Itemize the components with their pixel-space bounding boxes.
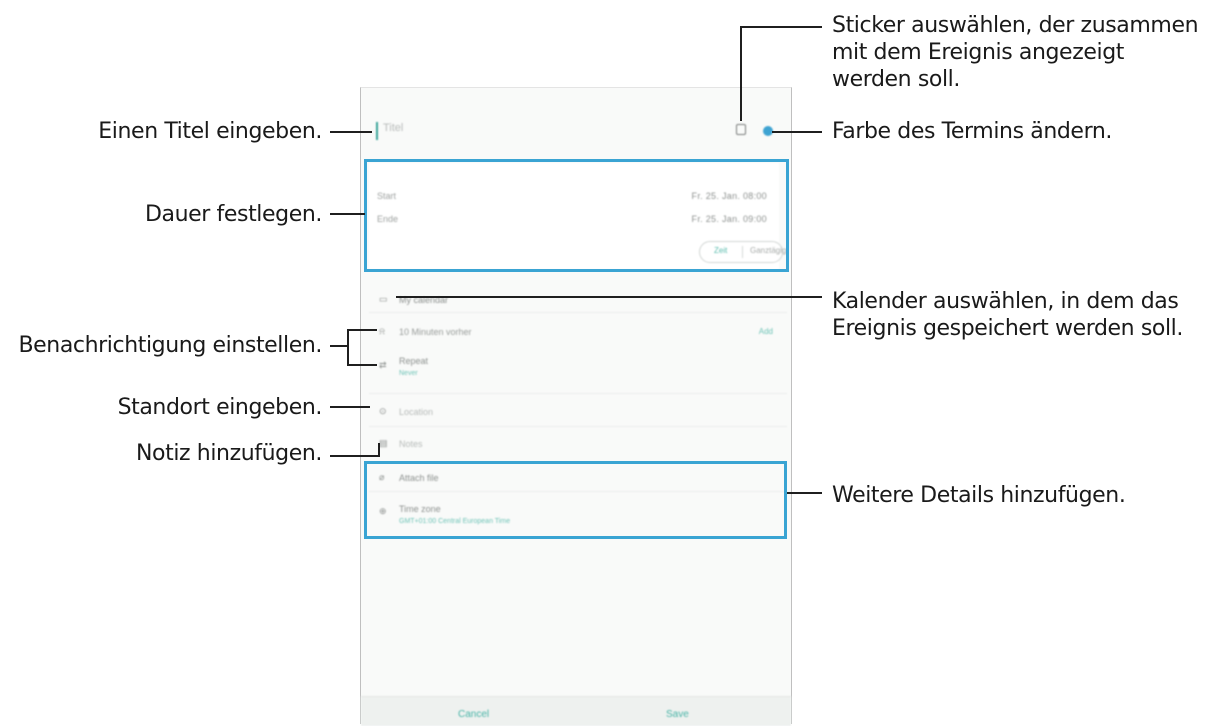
duration-callout: Dauer festlegen. [145, 202, 322, 227]
repeat-icon: ⇄ [379, 360, 387, 370]
sticker-callout-line-3: werden soll. [832, 67, 960, 92]
color-callout: Farbe des Termins ändern. [832, 119, 1112, 144]
notification-bracket [347, 329, 349, 366]
color-leader [772, 131, 822, 133]
repeat-value: Repeat [399, 356, 429, 366]
calendar-callout-line-2: Ereignis gespeichert werden soll. [832, 316, 1183, 341]
notification-bracket-top [347, 329, 377, 331]
location-pin-icon: ⊙ [379, 406, 387, 416]
location-row[interactable]: ⊙ Location [369, 404, 787, 424]
notification-leader [330, 345, 348, 347]
bottom-action-bar: Cancel Save [361, 696, 791, 726]
note-leader-tick [378, 443, 380, 457]
reminder-row[interactable]: ⍾ 10 Minuten vorher Add [369, 324, 787, 344]
title-input[interactable]: Titel [383, 122, 403, 134]
sticker-callout-line-1: Sticker auswählen, der zusammen [832, 13, 1199, 38]
repeat-row[interactable]: ⇄ Repeat Never [369, 354, 787, 388]
notes-row[interactable]: ▤ Notes [369, 436, 787, 456]
sticker-leader-horizontal [740, 26, 822, 28]
save-button[interactable]: Save [666, 709, 689, 720]
cancel-button[interactable]: Cancel [458, 709, 489, 720]
calendar-leader [396, 296, 822, 298]
title-callout: Einen Titel eingeben. [98, 119, 322, 144]
details-highlight-box [364, 461, 787, 539]
bell-icon: ⍾ [379, 326, 385, 336]
notification-bracket-bottom [347, 364, 377, 366]
calendar-callout-line-1: Kalender auswählen, in dem das [832, 289, 1179, 314]
calendar-icon: ▭ [379, 294, 388, 304]
sticker-callout: Sticker auswählen, der zusammen mit dem … [832, 12, 1199, 93]
add-reminder-button[interactable]: Add [759, 327, 773, 336]
details-leader [787, 492, 822, 494]
notes-input[interactable]: Notes [399, 439, 423, 449]
details-callout: Weitere Details hinzufügen. [832, 483, 1126, 508]
divider [369, 312, 787, 313]
title-cursor [376, 122, 378, 140]
location-input[interactable]: Location [399, 407, 433, 417]
calendar-row[interactable]: ▭ My calendar [369, 292, 787, 312]
duration-leader [330, 213, 365, 215]
notification-callout: Benachrichtigung einstellen. [18, 333, 322, 358]
calendar-callout: Kalender auswählen, in dem das Ereignis … [832, 288, 1183, 342]
note-leader [330, 455, 380, 457]
location-leader [330, 406, 370, 408]
sticker-callout-line-2: mit dem Ereignis angezeigt [832, 40, 1124, 65]
repeat-sub: Never [399, 370, 418, 377]
divider [369, 426, 787, 427]
title-leader [330, 131, 372, 133]
reminder-value: 10 Minuten vorher [399, 327, 472, 337]
sticker-leader-vertical [740, 26, 742, 121]
divider [369, 393, 787, 394]
location-callout: Standort eingeben. [117, 395, 323, 420]
notes-icon: ▤ [379, 438, 388, 448]
duration-highlight-box [364, 159, 789, 272]
sticker-icon[interactable] [736, 124, 746, 135]
note-callout: Notiz hinzufügen. [135, 441, 322, 466]
